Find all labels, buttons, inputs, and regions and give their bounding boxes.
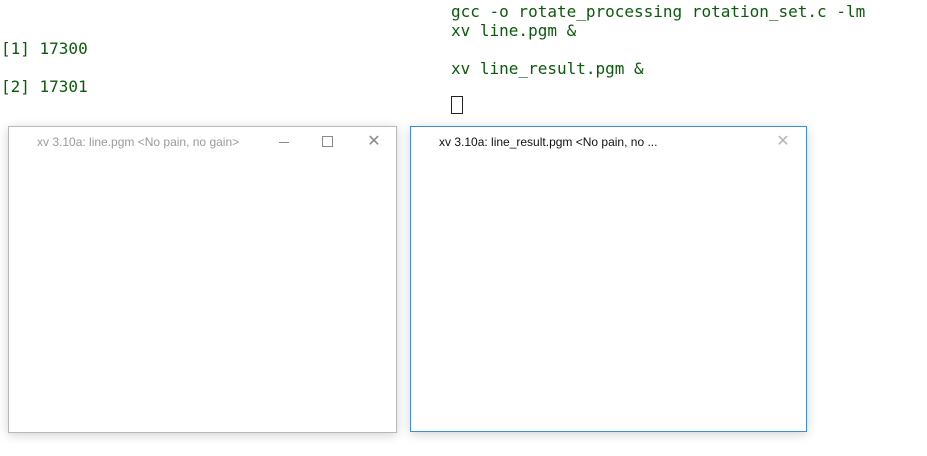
terminal-line-xv-result: xv line_result.pgm &	[451, 59, 644, 78]
terminal-line-xv-line: xv line.pgm &	[451, 21, 577, 40]
maximize-icon	[321, 135, 333, 147]
window-title: xv 3.10a: line_result.pgm <No pain, no .…	[439, 135, 658, 149]
image-canvas[interactable]	[411, 157, 806, 431]
window-title: xv 3.10a: line.pgm <No pain, no gain>	[37, 135, 240, 149]
minimize-icon	[279, 141, 289, 143]
close-icon: ✕	[367, 131, 381, 150]
window-titlebar[interactable]: xv 3.10a: line.pgm <No pain, no gain> ✕	[9, 127, 396, 157]
terminal-job-2: [2] 17301	[1, 77, 88, 96]
minimize-button[interactable]	[273, 131, 295, 151]
maximize-button[interactable]	[316, 131, 338, 151]
window-titlebar[interactable]: xv 3.10a: line_result.pgm <No pain, no .…	[411, 127, 806, 157]
xv-window-line[interactable]: xv 3.10a: line.pgm <No pain, no gain> ✕	[8, 126, 397, 433]
terminal-job-1: [1] 17300	[1, 39, 88, 58]
close-button[interactable]: ✕	[363, 131, 385, 151]
close-icon: ✕	[776, 131, 790, 150]
terminal-line-compile: gcc -o rotate_processing rotation_set.c …	[451, 2, 866, 21]
terminal-cursor	[451, 96, 463, 114]
xv-window-line-result[interactable]: xv 3.10a: line_result.pgm <No pain, no .…	[410, 126, 807, 432]
close-button[interactable]: ✕	[772, 131, 794, 151]
image-canvas[interactable]	[9, 157, 396, 432]
